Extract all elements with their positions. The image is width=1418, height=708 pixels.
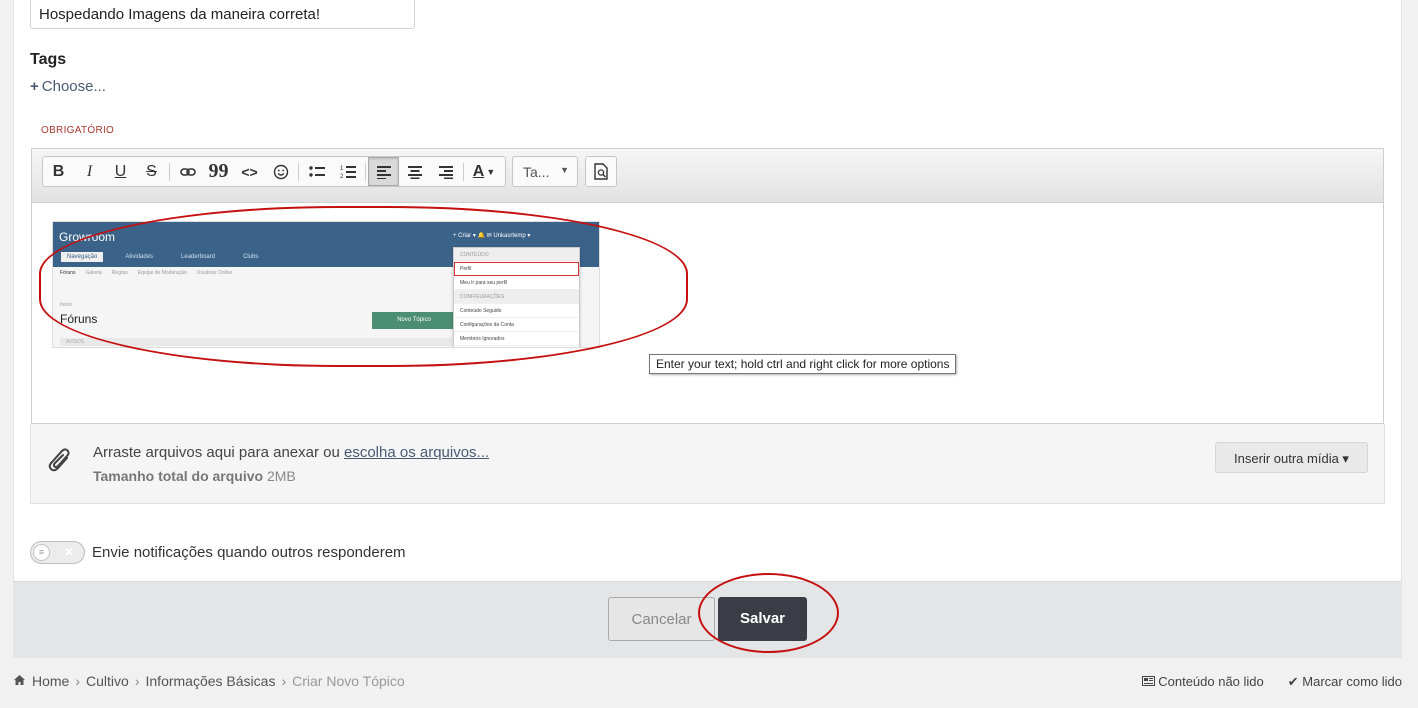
font-color-button[interactable]: A ▼ [466,157,502,186]
choose-files-link[interactable]: escolha os arquivos... [344,444,489,461]
chevron-right-icon: › [134,673,140,689]
align-center-icon [407,165,422,179]
mark-read-label: Marcar como lido [1302,674,1402,689]
format-button-group: B I U S 99 <> 12 A ▼ [42,156,506,187]
check-icon: ✔ [1287,674,1299,689]
title-input[interactable]: Hospedando Imagens da maneira correta! [30,0,415,29]
unread-content-label: Conteúdo não lido [1158,674,1264,689]
chevron-right-icon: › [281,673,287,689]
font-color-label: A [472,162,485,180]
italic-button[interactable]: I [74,157,105,186]
strikethrough-button[interactable]: S [136,157,167,186]
home-icon [13,673,26,689]
choose-tags-link[interactable]: + Choose... [30,78,106,95]
toolbar-divider [169,162,170,181]
paperclip-icon [47,444,73,480]
choose-tags-label: Choose... [41,78,106,95]
required-label: OBRIGATÓRIO [41,125,115,136]
align-left-button[interactable] [368,157,399,186]
mark-read-link[interactable]: ✔ Marcar como lido [1288,674,1402,690]
toolbar-divider [365,162,366,181]
preview-icon [594,163,608,180]
attachment-area[interactable]: Arraste arquivos aqui para anexar ou esc… [30,424,1385,504]
save-annotation-ellipse [698,573,839,653]
link-icon [179,167,196,176]
numbered-list-icon: 12 [340,165,356,180]
align-left-icon [376,165,391,179]
bold-button[interactable]: B [43,157,74,186]
chevron-down-icon: ▼ [560,165,569,175]
attach-size-label: Tamanho total do arquivo [93,468,264,484]
preview-button[interactable] [585,156,617,187]
attach-size-value: 2MB [266,468,296,484]
bullet-list-icon [308,165,325,177]
align-right-icon [438,165,453,179]
breadcrumb: Home › Cultivo › Informações Básicas › C… [13,673,405,689]
code-button[interactable]: <> [234,157,265,186]
toolbar-divider [298,162,299,181]
attach-instructions: Arraste arquivos aqui para anexar ou esc… [93,444,489,461]
breadcrumb-item-informacoes[interactable]: Informações Básicas [146,673,276,689]
notify-label: Envie notificações quando outros respond… [92,544,406,561]
newspaper-icon [1141,674,1159,689]
image-annotation-ellipse [39,206,688,367]
attach-size: Tamanho total do arquivo 2MB [93,468,296,484]
quote-button[interactable]: 99 [203,157,234,186]
smiley-icon [273,164,288,179]
align-right-button[interactable] [430,157,461,186]
svg-text:1: 1 [340,166,344,172]
breadcrumb-item-home[interactable]: Home [32,673,69,689]
paragraph-style-select[interactable]: Ta... ▼ [512,156,578,187]
emoji-button[interactable] [265,157,296,186]
breadcrumb-item-cultivo[interactable]: Cultivo [86,673,129,689]
tags-label: Tags [30,51,67,68]
bulleted-list-button[interactable] [301,157,332,186]
attach-text: Arraste arquivos aqui para anexar ou [93,444,344,461]
breadcrumb-current: Criar Novo Tópico [292,673,405,689]
chevron-down-icon: ▼ [486,166,496,177]
toggle-knob-icon: ≡ [33,544,50,561]
editor-tooltip: Enter your text; hold ctrl and right cli… [649,354,957,374]
paragraph-style-label: Ta... [523,164,550,180]
notify-toggle[interactable]: ≡ ✕ [30,541,85,564]
numbered-list-button[interactable]: 12 [332,157,363,186]
chevron-right-icon: › [75,673,81,689]
footer-links: Conteúdo não lido ✔ Marcar como lido [1141,674,1402,690]
link-button[interactable] [172,157,203,186]
editor-toolbar: B I U S 99 <> 12 A ▼ Ta... ▼ [32,149,1383,203]
unread-content-link[interactable]: Conteúdo não lido [1141,674,1264,690]
close-icon: ✕ [64,545,75,559]
svg-text:2: 2 [340,174,344,180]
insert-other-media-button[interactable]: Inserir outra mídia ▾ [1215,442,1368,473]
underline-button[interactable]: U [105,157,136,186]
plus-icon: + [30,78,39,95]
align-center-button[interactable] [399,157,430,186]
toolbar-divider [463,162,464,181]
